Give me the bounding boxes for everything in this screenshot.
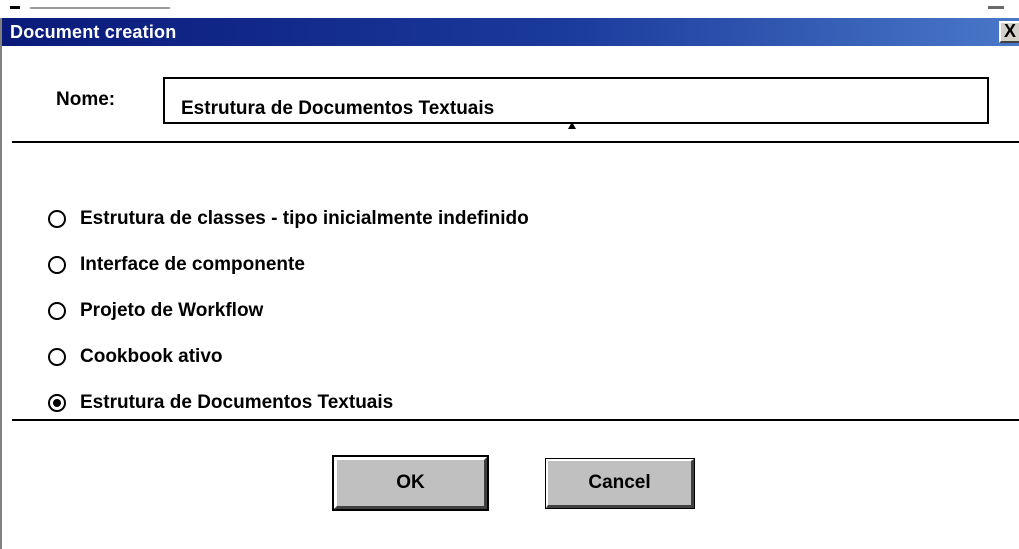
- ok-button-label: OK: [396, 472, 425, 493]
- radio-option[interactable]: Interface de componente: [48, 242, 529, 288]
- radio-option-label: Interface de componente: [80, 254, 305, 275]
- dialog-title: Document creation: [10, 22, 177, 42]
- background-window-mark: [10, 6, 20, 9]
- separator-line: [12, 141, 1019, 143]
- radio-unselected-icon[interactable]: [48, 256, 66, 274]
- radio-unselected-icon[interactable]: [48, 348, 66, 366]
- nome-input[interactable]: [163, 77, 989, 124]
- background-window-mark: [30, 7, 170, 9]
- background-window-strip: [0, 0, 1019, 18]
- mouse-cursor-icon: [568, 122, 576, 129]
- document-creation-dialog: Document creation X Nome: Estrutura de c…: [0, 18, 1019, 549]
- radio-option[interactable]: Cookbook ativo: [48, 334, 529, 380]
- ok-button[interactable]: OK: [332, 455, 489, 511]
- close-icon: X: [1003, 21, 1016, 41]
- document-type-radio-group: Estrutura de classes - tipo inicialmente…: [48, 196, 529, 426]
- radio-option[interactable]: Projeto de Workflow: [48, 288, 529, 334]
- radio-unselected-icon[interactable]: [48, 302, 66, 320]
- radio-unselected-icon[interactable]: [48, 210, 66, 228]
- background-window-mark: [988, 6, 1004, 9]
- radio-selected-icon[interactable]: [48, 394, 66, 412]
- radio-option-label: Estrutura de classes - tipo inicialmente…: [80, 208, 529, 229]
- close-button[interactable]: X: [999, 21, 1019, 43]
- radio-option-label: Estrutura de Documentos Textuais: [80, 392, 394, 413]
- cancel-button[interactable]: Cancel: [546, 459, 694, 508]
- radio-option-label: Cookbook ativo: [80, 346, 223, 367]
- nome-label: Nome:: [56, 89, 116, 110]
- radio-option-label: Projeto de Workflow: [80, 300, 264, 321]
- cancel-button-label: Cancel: [588, 472, 651, 493]
- title-bar[interactable]: Document creation X: [2, 18, 1019, 46]
- radio-option[interactable]: Estrutura de classes - tipo inicialmente…: [48, 196, 529, 242]
- separator-line: [12, 419, 1019, 421]
- radio-dot-icon: [53, 399, 61, 407]
